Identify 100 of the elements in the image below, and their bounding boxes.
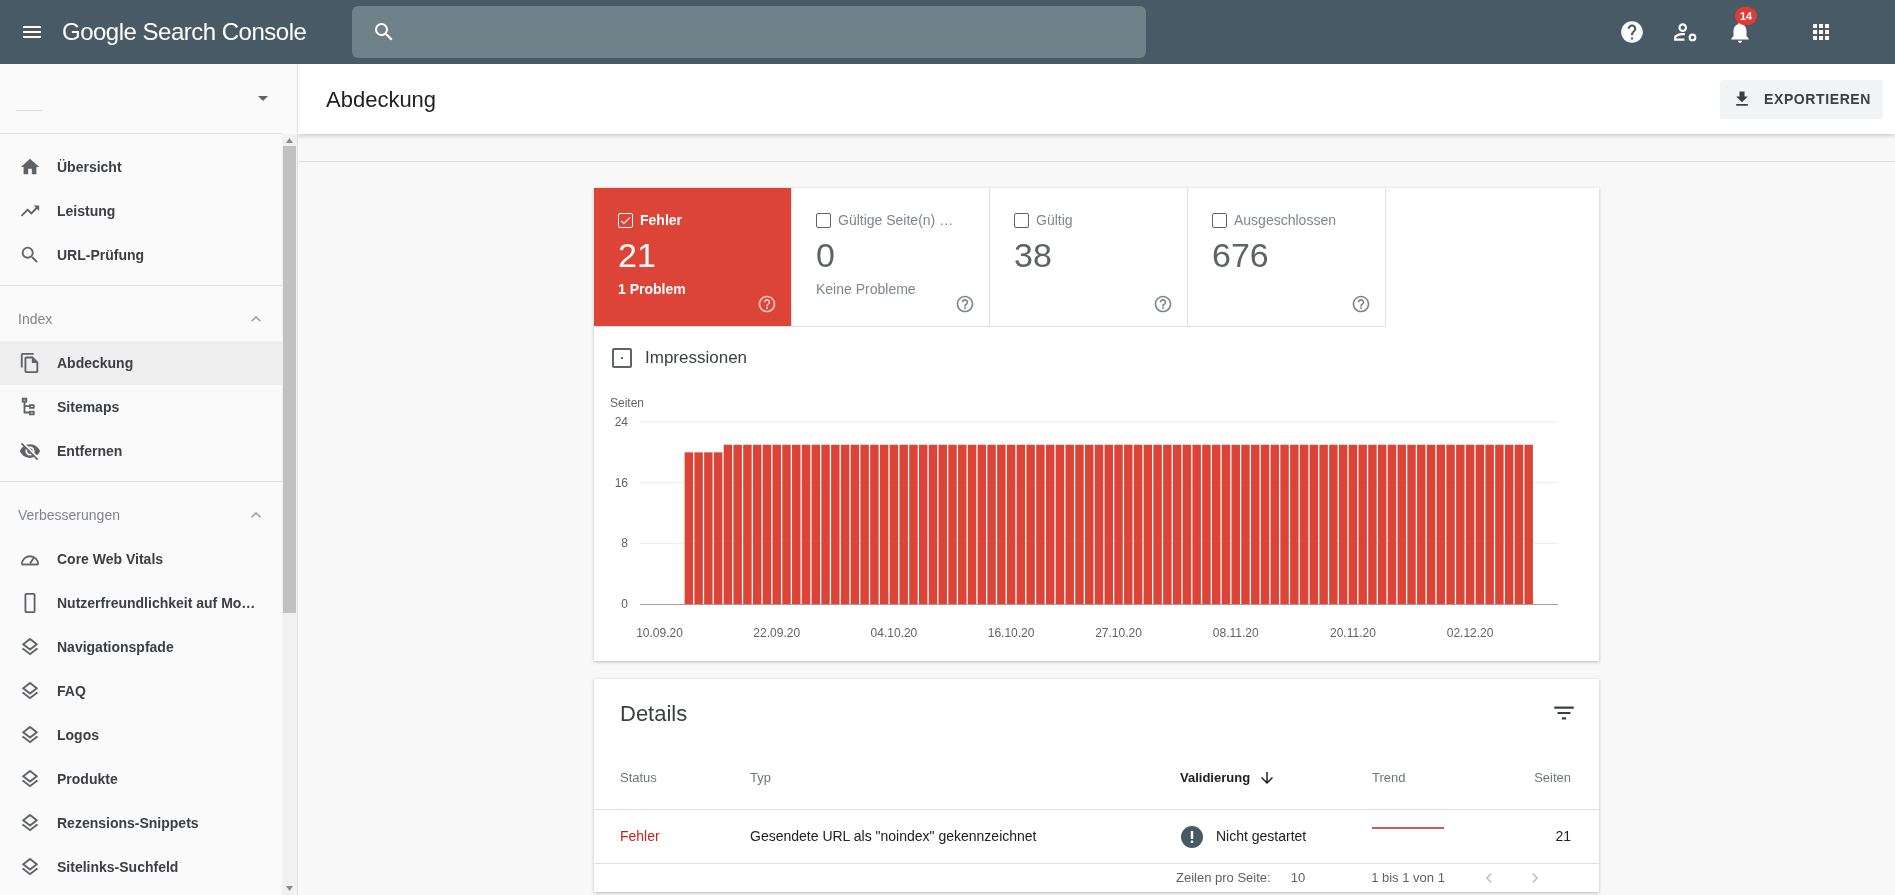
sidebar-item[interactable]: Übersicht (0, 145, 282, 189)
column-header[interactable]: Status (620, 768, 657, 788)
bar[interactable] (1211, 444, 1221, 604)
bar[interactable] (1065, 444, 1074, 604)
bar[interactable] (772, 444, 781, 604)
bar[interactable] (831, 444, 840, 604)
bar[interactable] (1446, 444, 1455, 604)
bar[interactable] (997, 444, 1006, 604)
summary-card[interactable]: Gültige Seite(n) … 0 Keine Probleme (792, 188, 990, 327)
column-header[interactable]: Validierung (1180, 768, 1251, 788)
bar[interactable] (811, 444, 820, 604)
app-title[interactable]: Google Search Console (62, 14, 352, 50)
bar[interactable] (743, 444, 752, 604)
bar[interactable] (1299, 444, 1309, 604)
bar[interactable] (1495, 444, 1504, 604)
bar[interactable] (1085, 444, 1094, 604)
bar[interactable] (1514, 444, 1524, 604)
sidebar-item[interactable]: Abdeckung (0, 341, 282, 385)
help-icon[interactable] (955, 294, 975, 314)
bar[interactable] (1172, 444, 1182, 604)
bar[interactable] (713, 452, 723, 604)
scrollbar[interactable] (282, 134, 297, 895)
sidebar-item[interactable]: Nutzerfreundlichkeit auf Mo… (0, 581, 282, 625)
checkbox[interactable] (1212, 213, 1227, 228)
bar[interactable] (1026, 444, 1035, 604)
export-button[interactable]: EXPORTIEREN (1720, 79, 1883, 119)
bar[interactable] (967, 444, 977, 604)
bar[interactable] (860, 444, 869, 604)
bar[interactable] (762, 444, 772, 604)
bar[interactable] (1133, 444, 1143, 604)
bar[interactable] (1290, 444, 1299, 604)
section-header[interactable]: Verbesserungen (0, 493, 282, 537)
sidebar-item[interactable]: Leistung (0, 189, 282, 233)
sidebar-item[interactable]: URL-Prüfung (0, 233, 282, 277)
bar[interactable] (792, 444, 801, 604)
bar[interactable] (1124, 444, 1133, 604)
column-header[interactable]: Trend (1372, 768, 1406, 788)
bar[interactable] (1231, 444, 1240, 604)
bar[interactable] (1006, 444, 1016, 604)
bar[interactable] (870, 444, 879, 604)
column-header[interactable]: Typ (750, 768, 771, 788)
bar[interactable] (958, 444, 967, 604)
bar[interactable] (1163, 444, 1172, 604)
bar[interactable] (801, 444, 811, 604)
bar[interactable] (1397, 444, 1406, 604)
bar[interactable] (1036, 444, 1045, 604)
bar[interactable] (1251, 444, 1260, 604)
bar[interactable] (1182, 444, 1192, 604)
bar[interactable] (752, 444, 762, 604)
bar[interactable] (1221, 444, 1231, 604)
bar[interactable] (1309, 444, 1319, 604)
sidebar-item[interactable]: Core Web Vitals (0, 537, 282, 581)
sidebar-item[interactable]: Logos (0, 713, 282, 757)
bar[interactable] (704, 452, 713, 604)
bar[interactable] (1260, 444, 1270, 604)
bar[interactable] (1456, 444, 1465, 604)
bar[interactable] (1270, 444, 1279, 604)
bar[interactable] (928, 444, 938, 604)
bar[interactable] (1436, 444, 1446, 604)
search-field[interactable] (352, 6, 1146, 58)
bar[interactable] (1329, 444, 1338, 604)
bar[interactable] (1338, 444, 1348, 604)
bar[interactable] (1192, 444, 1201, 604)
bar[interactable] (1485, 444, 1494, 604)
impressions-checkbox[interactable] (612, 348, 632, 368)
bar[interactable] (1045, 444, 1055, 604)
bar[interactable] (840, 444, 850, 604)
bar[interactable] (1475, 444, 1485, 604)
help-icon[interactable] (1351, 294, 1371, 314)
scroll-up-icon[interactable] (286, 138, 293, 143)
sidebar-item[interactable]: Navigationspfade (0, 625, 282, 669)
sidebar-item[interactable]: Entfernen (0, 429, 282, 473)
sidebar-item[interactable]: Sitemaps (0, 385, 282, 429)
bar[interactable] (1202, 444, 1211, 604)
bar[interactable] (938, 444, 947, 604)
bar[interactable] (1094, 444, 1104, 604)
bar[interactable] (987, 444, 996, 604)
bar[interactable] (1504, 444, 1514, 604)
bar[interactable] (1465, 444, 1475, 604)
bar[interactable] (889, 444, 899, 604)
help-icon[interactable] (1619, 19, 1645, 45)
section-header[interactable]: Index (0, 297, 282, 341)
rows-per-page-select[interactable]: 10 (1290, 868, 1306, 888)
bar[interactable] (1387, 444, 1397, 604)
bar[interactable] (1016, 444, 1026, 604)
column-header[interactable]: Seiten (1534, 768, 1571, 788)
sidebar-item[interactable]: Sitelinks-Suchfeld (0, 845, 282, 889)
bar[interactable] (1348, 444, 1358, 604)
bar[interactable] (1055, 444, 1065, 604)
bar[interactable] (977, 444, 987, 604)
sidebar-item[interactable]: Rezensions-Snippets (0, 801, 282, 845)
bar[interactable] (919, 444, 928, 604)
bar[interactable] (1426, 444, 1436, 604)
type-cell[interactable]: Gesendete URL als "noindex" gekennzeichnet (750, 826, 1037, 847)
bar[interactable] (1358, 444, 1367, 604)
bar[interactable] (1417, 444, 1426, 604)
bar[interactable] (733, 444, 742, 604)
help-icon[interactable] (1153, 294, 1173, 314)
sidebar-item[interactable]: Produkte (0, 757, 282, 801)
bar[interactable] (1378, 444, 1387, 604)
